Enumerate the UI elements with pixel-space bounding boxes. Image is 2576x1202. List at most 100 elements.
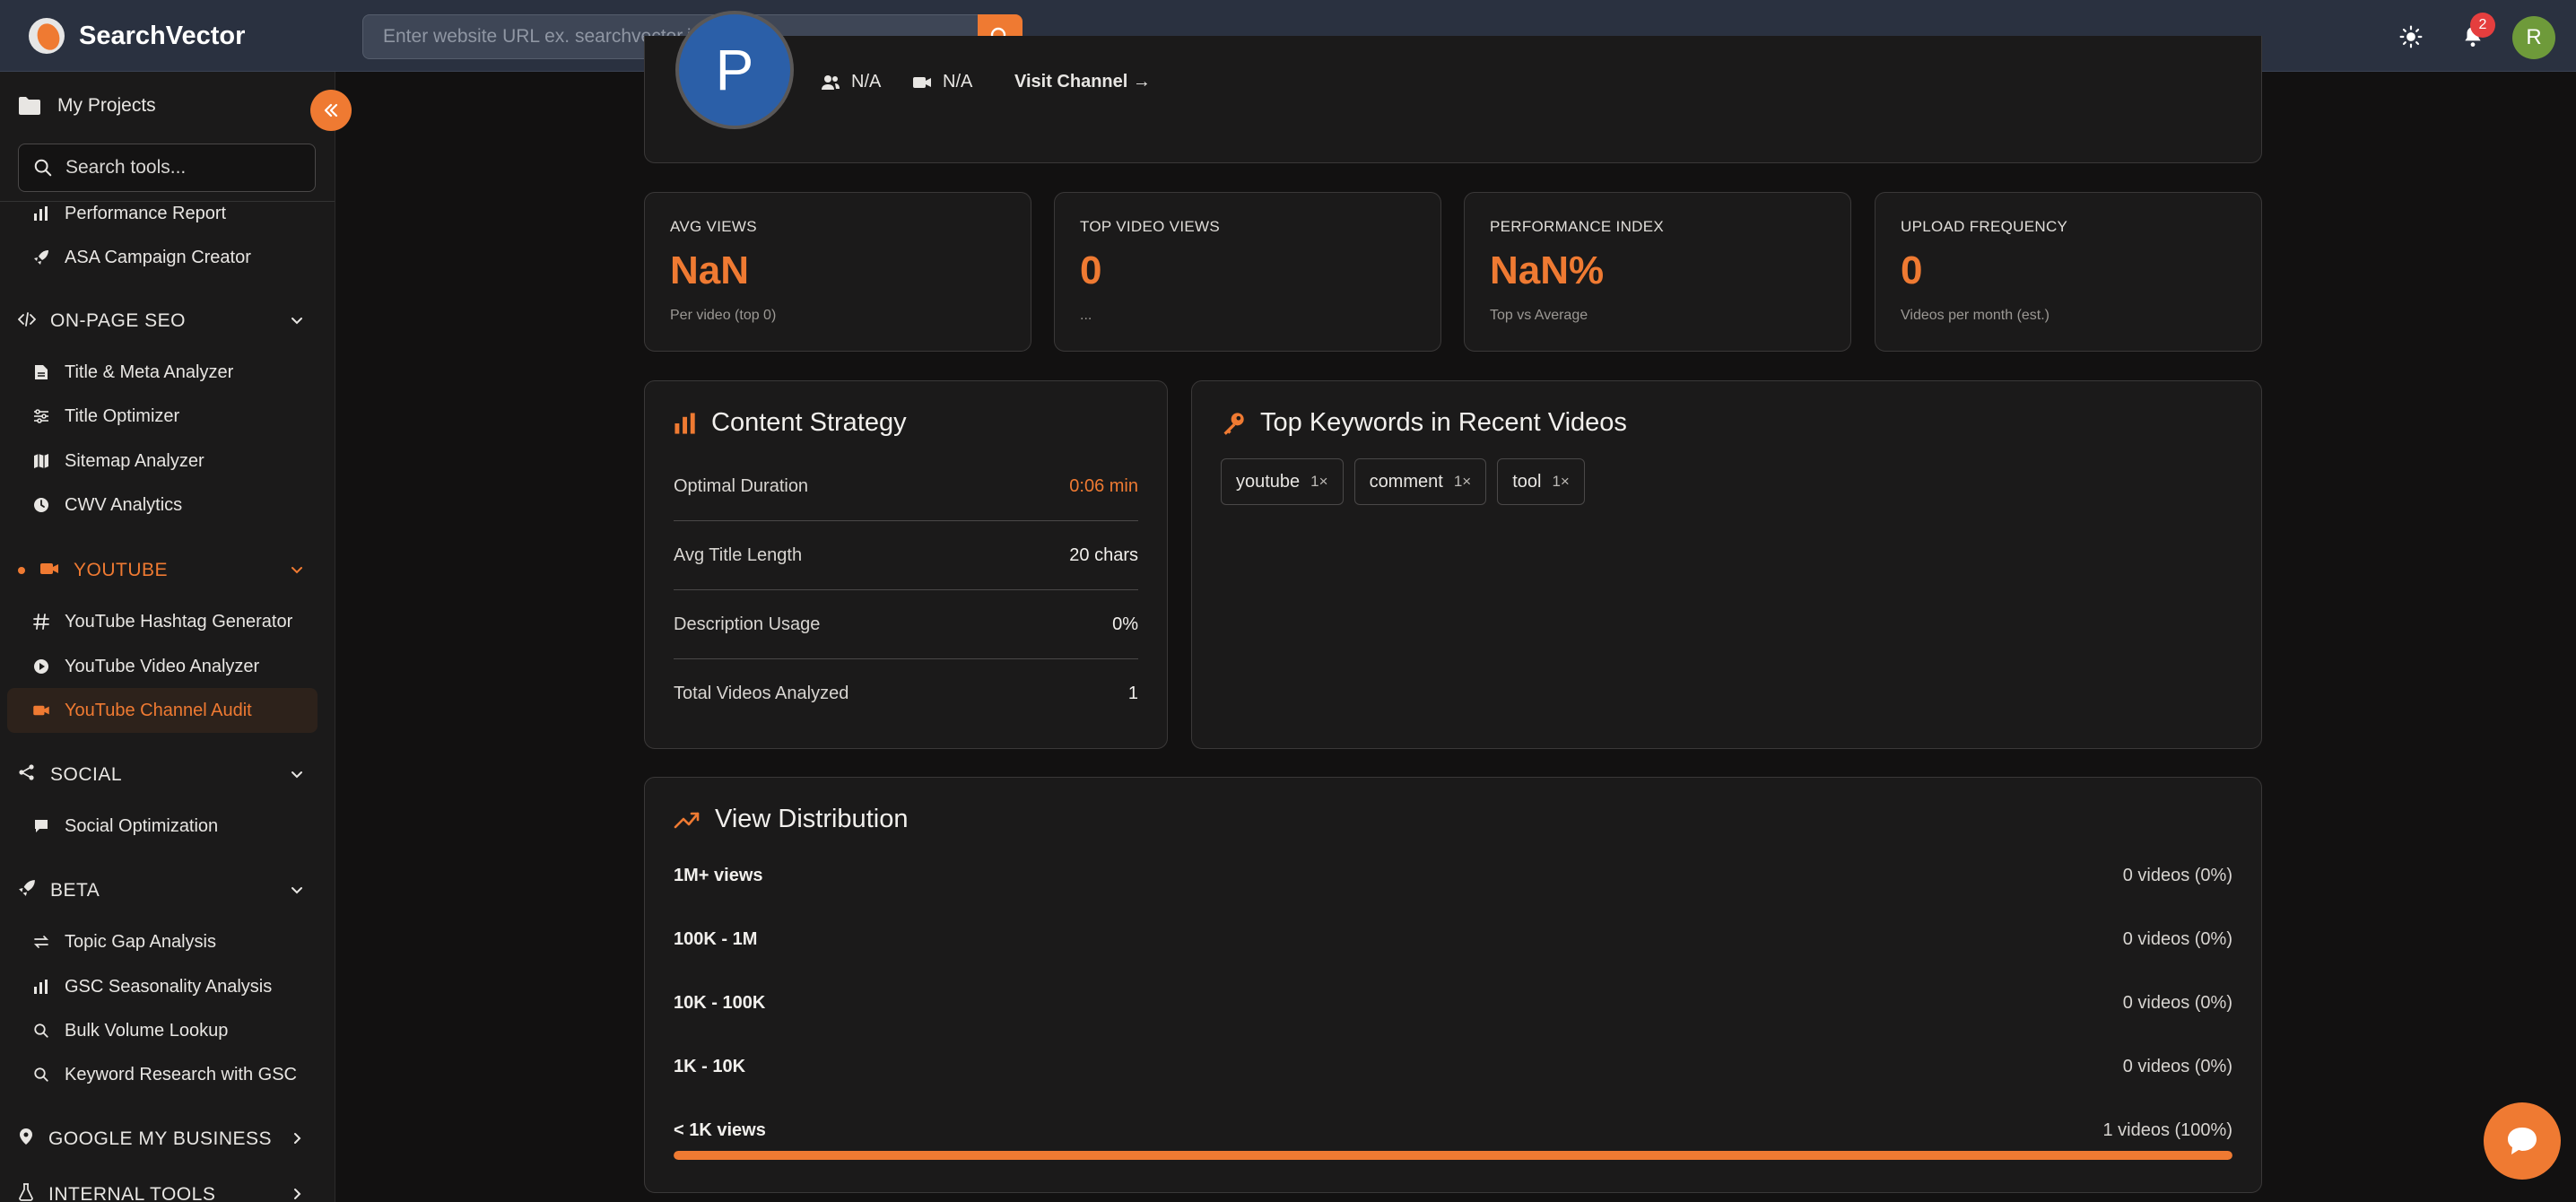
users-icon [822,74,840,90]
collapse-sidebar-button[interactable] [310,90,352,131]
chevron-right-icon [289,1130,305,1152]
sidebar-item-title-meta-analyzer[interactable]: Title & Meta Analyzer [32,354,233,390]
stat-value: NaN [670,248,750,292]
sidebar-item-bulk-volume-lookup[interactable]: Bulk Volume Lookup [32,1013,228,1049]
bar-chart-icon [32,978,50,996]
view-distribution-card: View Distribution 1M+ views 0 videos (0%… [644,777,2262,1193]
distribution-row: 1K - 10K 0 videos (0%) [674,1057,2232,1077]
row-key: Optimal Duration [674,475,809,496]
sidebar-item-performance-report[interactable]: Performance Report [32,196,226,231]
view-distribution-title: View Distribution [674,805,908,834]
channel-avatar: P [675,11,794,129]
sidebar-item-youtube-hashtag-generator[interactable]: YouTube Hashtag Generator [32,604,292,640]
my-projects-link[interactable]: My Projects [18,95,156,117]
tool-search-box [18,144,316,192]
search-icon [34,159,52,177]
searchvector-logo-icon [29,18,65,54]
distribution-row: < 1K views 1 videos (100%) [674,1120,2232,1141]
sidebar-item-asa-campaign-creator[interactable]: ASA Campaign Creator [32,240,251,275]
stat-value: 0 [1901,248,1923,292]
stat-card-avg-views: AVG VIEWS NaN Per video (top 0) [644,192,1031,352]
stat-card-upload-frequency: UPLOAD FREQUENCY 0 Videos per month (est… [1875,192,2262,352]
user-avatar[interactable]: R [2512,16,2555,59]
channel-profile-card: P N/A N/A Visit Channel → [644,11,2262,163]
sidebar-section-youtube[interactable]: YOUTUBE [39,553,305,588]
distribution-row: 10K - 100K 0 videos (0%) [674,993,2232,1014]
keyword-count: 1× [1552,473,1570,490]
map-pin-icon [18,1128,34,1151]
panel-title-text: Top Keywords in Recent Videos [1260,408,1627,437]
chat-support-button[interactable] [2484,1102,2561,1180]
sliders-icon [32,407,50,425]
keyword-word: tool [1512,471,1542,492]
sidebar-item-label: Title Optimizer [65,405,180,426]
rocket-icon [18,879,36,902]
sidebar-section-beta[interactable]: BETA [18,873,305,909]
sidebar-section-on-page-seo[interactable]: ON-PAGE SEO [17,303,305,339]
row-key: Total Videos Analyzed [674,684,849,703]
range-count: 0 videos (0%) [2122,993,2232,1013]
section-label: SOCIAL [50,764,123,785]
app-logo[interactable]: SearchVector [29,18,245,54]
notification-badge: 2 [2470,13,2495,38]
panel-title-text: View Distribution [715,805,909,833]
file-icon [32,363,50,381]
arrows-icon [32,933,50,951]
section-label: YOUTUBE [74,560,169,580]
sidebar-item-label: YouTube Hashtag Generator [65,611,293,631]
hash-icon [32,613,50,631]
sidebar-item-gsc-seasonality-analysis[interactable]: GSC Seasonality Analysis [32,969,272,1005]
keyword-count: 1× [1310,473,1328,490]
row-key: Description Usage [674,614,821,634]
sidebar-section-internal-tools[interactable]: INTERNAL TOOLS [18,1177,305,1202]
sidebar-item-label: CWV Analytics [65,494,183,515]
keyword-tag: comment 1× [1353,458,1487,505]
clock-icon [32,496,50,514]
bar-chart-icon [32,205,50,222]
sidebar-item-label: YouTube Channel Audit [65,700,252,720]
sidebar-item-youtube-video-analyzer[interactable]: YouTube Video Analyzer [32,649,259,684]
sidebar-section-google-my-business[interactable]: GOOGLE MY BUSINESS [18,1121,305,1157]
sidebar-item-label: Performance Report [65,203,227,223]
sidebar-item-keyword-research-gsc[interactable]: Keyword Research with GSC [32,1057,297,1093]
sidebar-item-youtube-channel-audit[interactable]: YouTube Channel Audit [7,688,318,733]
play-circle-icon [32,658,50,675]
visit-channel-label: Visit Channel → [1014,72,1151,91]
theme-toggle-button[interactable] [2398,23,2424,50]
sidebar-item-label: ASA Campaign Creator [65,247,251,267]
sidebar-item-cwv-analytics[interactable]: CWV Analytics [32,487,182,523]
sidebar-item-label: Sitemap Analyzer [65,450,205,471]
range-count: 0 videos (0%) [2122,866,2232,885]
bar-chart-icon [674,412,695,434]
sidebar-section-social[interactable]: SOCIAL [18,757,305,793]
row-value: 0% [1112,614,1138,634]
folder-icon [19,97,40,115]
sun-icon [2399,25,2423,48]
stat-subtext: ... [1080,308,1092,323]
flask-icon [18,1183,34,1202]
chevron-down-icon [289,766,305,788]
stat-label: UPLOAD FREQUENCY [1901,218,2068,235]
video-camera-icon [32,701,50,719]
keyword-tag-list: youtube 1× comment 1× tool 1× [1221,458,1585,505]
video-count-value: N/A [943,72,973,91]
keyword-tag: youtube 1× [1221,458,1344,505]
strategy-row-total-videos: Total Videos Analyzed 1 [674,659,1138,728]
sidebar-item-label: Social Optimization [65,815,219,836]
top-keywords-title: Top Keywords in Recent Videos [1221,408,1627,438]
top-keywords-card: Top Keywords in Recent Videos youtube 1×… [1191,380,2262,749]
sidebar-item-title-optimizer[interactable]: Title Optimizer [32,398,179,434]
chevrons-left-icon [324,103,338,118]
stat-label: AVG VIEWS [670,218,757,235]
sidebar-item-label: GSC Seasonality Analysis [65,976,273,997]
subscriber-value: N/A [851,72,882,91]
sidebar-item-topic-gap-analysis[interactable]: Topic Gap Analysis [32,924,216,960]
sidebar-item-social-optimization[interactable]: Social Optimization [32,808,218,844]
tool-search-input[interactable] [65,157,299,179]
row-value: 1 [1127,684,1138,703]
chat-bubble-icon [2508,1128,2537,1154]
chevron-down-icon [289,562,305,583]
video-camera-icon [913,76,931,88]
sidebar-item-sitemap-analyzer[interactable]: Sitemap Analyzer [32,443,205,479]
visit-channel-link[interactable]: Visit Channel → [1014,72,1151,92]
